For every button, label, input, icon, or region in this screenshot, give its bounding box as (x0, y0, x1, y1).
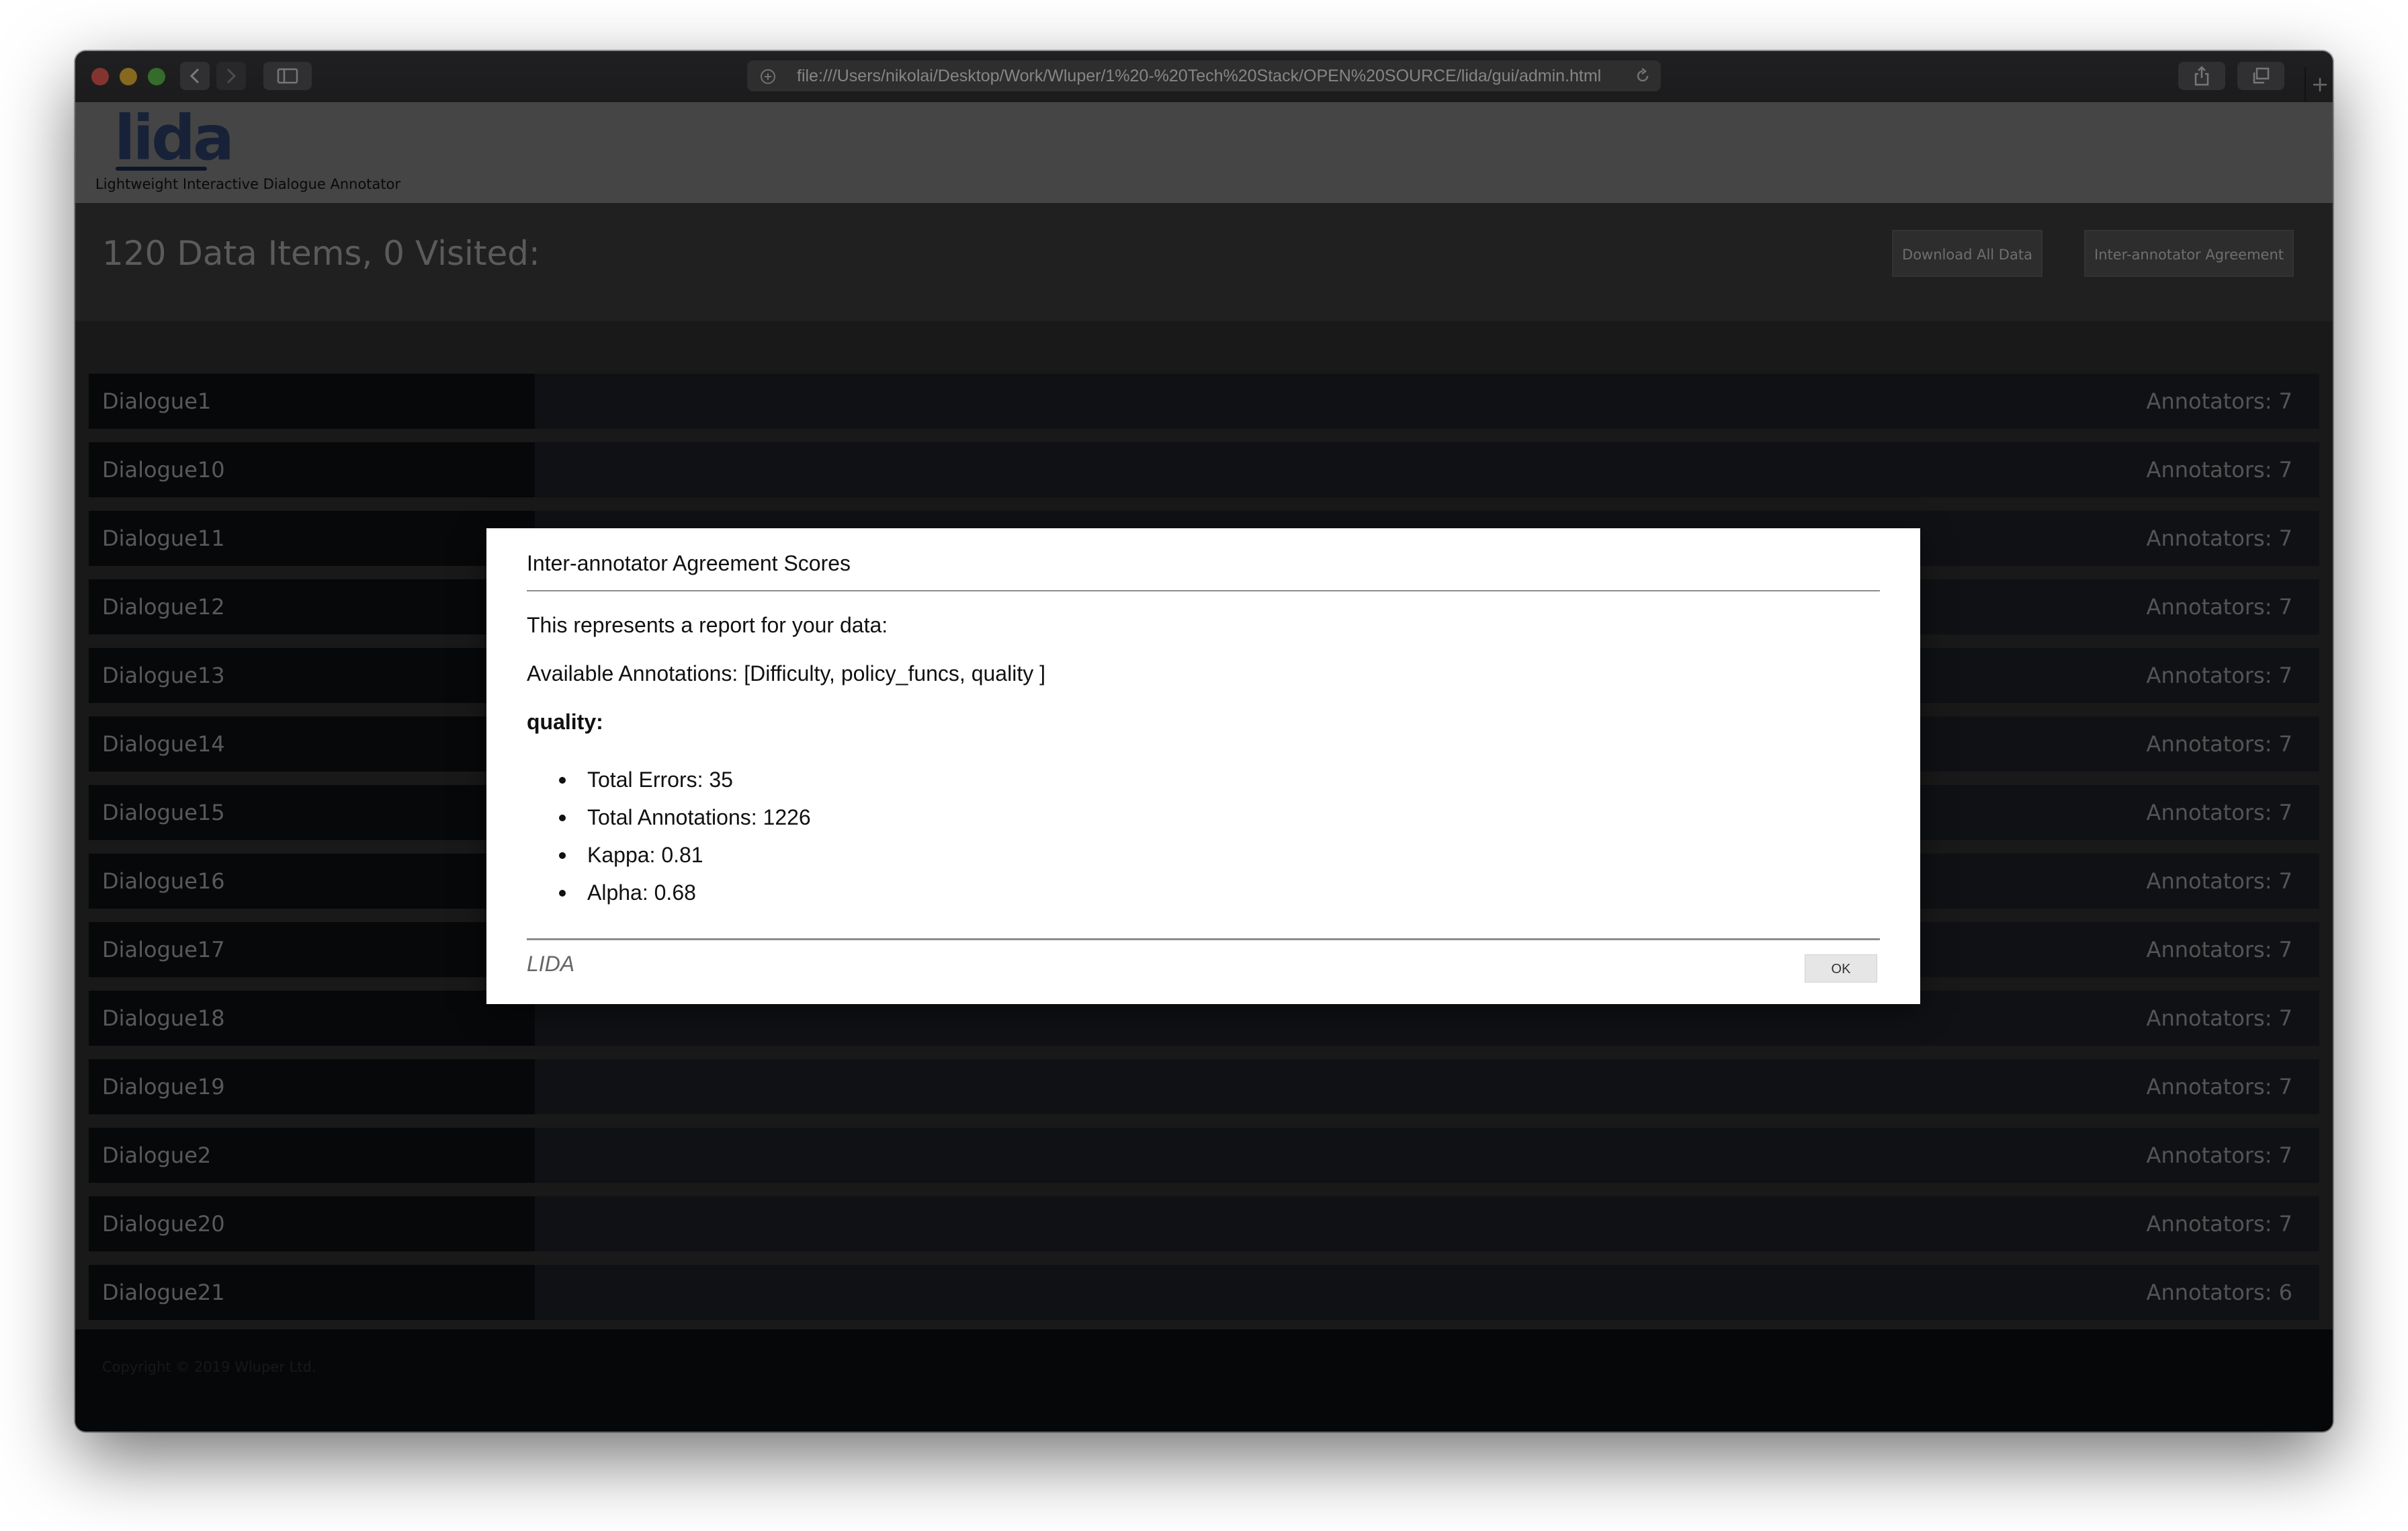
stats-list: Total Errors: 35 Total Annotations: 1226… (527, 761, 811, 911)
report-intro: This represents a report for your data: (527, 613, 888, 637)
browser-window: file:///Users/nikolai/Desktop/Work/Wlupe… (75, 51, 2333, 1432)
section-heading: quality: (527, 710, 603, 734)
stat-item: Total Errors: 35 (527, 761, 811, 798)
modal-divider-top (527, 590, 1880, 591)
available-annotations: Available Annotations: [Difficulty, poli… (527, 661, 1045, 686)
ok-button[interactable]: OK (1805, 954, 1877, 983)
iaa-scores-modal: Inter-annotator Agreement Scores This re… (486, 528, 1920, 1004)
stat-total-errors: Total Errors: 35 (587, 768, 733, 792)
bullet-icon (559, 890, 566, 897)
stat-item: Kappa: 0.81 (527, 836, 811, 874)
modal-title: Inter-annotator Agreement Scores (527, 551, 851, 575)
stat-item: Total Annotations: 1226 (527, 798, 811, 836)
modal-divider-bottom (527, 938, 1880, 940)
stat-kappa: Kappa: 0.81 (587, 843, 703, 867)
modal-brand: LIDA (527, 952, 575, 976)
bullet-icon (559, 852, 566, 859)
stat-alpha: Alpha: 0.68 (587, 880, 696, 905)
stat-item: Alpha: 0.68 (527, 874, 811, 911)
stat-total-annotations: Total Annotations: 1226 (587, 805, 811, 829)
bullet-icon (559, 815, 566, 821)
bullet-icon (559, 777, 566, 784)
